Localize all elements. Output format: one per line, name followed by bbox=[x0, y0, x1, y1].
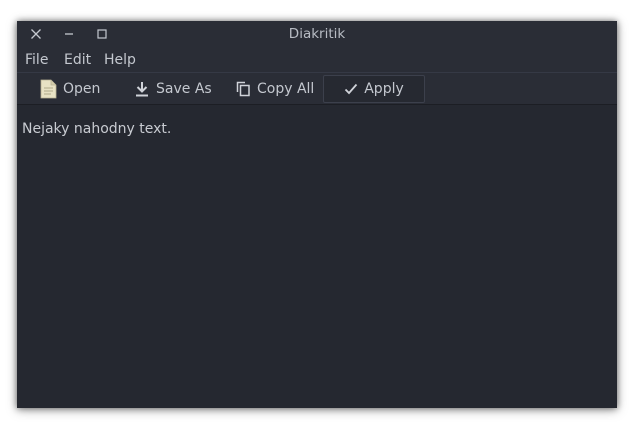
open-label: Open bbox=[63, 81, 101, 97]
menu-file[interactable]: File bbox=[25, 48, 48, 72]
apply-label: Apply bbox=[364, 81, 404, 97]
menu-edit[interactable]: Edit bbox=[64, 48, 91, 72]
title-bar[interactable]: Diakritik bbox=[17, 21, 617, 48]
menu-bar: File Edit Help bbox=[17, 48, 617, 72]
document-icon bbox=[40, 79, 57, 99]
app-window: Diakritik File Edit Help Open Save As Co… bbox=[17, 21, 617, 408]
copy-all-label: Copy All bbox=[257, 81, 315, 97]
copy-all-button[interactable]: Copy All bbox=[236, 75, 314, 103]
menu-help[interactable]: Help bbox=[104, 48, 136, 72]
save-as-label: Save As bbox=[156, 81, 212, 97]
editor-content: Nejaky nahodny text. bbox=[22, 121, 172, 137]
download-icon bbox=[134, 81, 150, 97]
copy-icon bbox=[236, 81, 251, 97]
open-button[interactable]: Open bbox=[40, 75, 100, 103]
text-editor[interactable]: Nejaky nahodny text. bbox=[17, 105, 617, 408]
checkmark-icon bbox=[344, 83, 358, 95]
window-title: Diakritik bbox=[288, 26, 346, 42]
toolbar: Open Save As Copy All Apply bbox=[17, 72, 617, 105]
save-as-button[interactable]: Save As bbox=[134, 75, 212, 103]
apply-button[interactable]: Apply bbox=[323, 75, 425, 103]
